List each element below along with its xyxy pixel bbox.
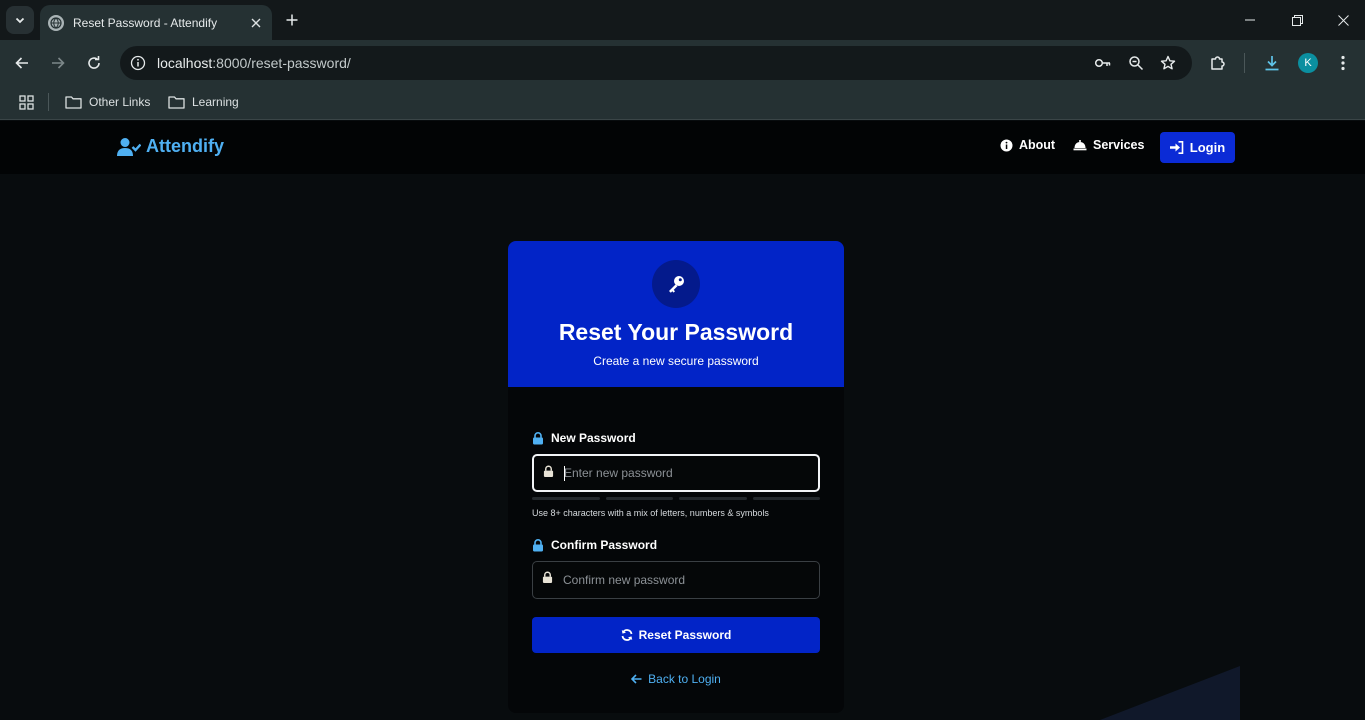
folder-icon — [168, 96, 185, 109]
user-check-icon — [117, 137, 141, 156]
strength-segment — [532, 497, 600, 500]
key-icon — [669, 276, 684, 293]
bookmark-other-links[interactable]: Other Links — [65, 91, 150, 113]
confirm-password-label: Confirm Password — [532, 538, 657, 552]
url-path: :8000/reset-password/ — [212, 55, 351, 71]
reload-icon — [88, 56, 100, 69]
apps-grid-icon — [18, 94, 34, 110]
password-strength-meter — [532, 497, 820, 500]
arrow-left-icon — [631, 674, 642, 684]
text-caret — [564, 466, 565, 481]
field-label-text: Confirm Password — [551, 538, 658, 552]
more-vertical-icon — [1341, 55, 1345, 71]
nav-link-label: About — [1019, 138, 1056, 152]
downloads-button[interactable] — [1261, 52, 1283, 74]
back-button[interactable] — [11, 52, 33, 74]
bookmarks-divider — [48, 93, 49, 111]
url-host: localhost — [157, 55, 213, 71]
new-tab-button[interactable] — [282, 10, 302, 30]
plus-icon — [286, 14, 298, 26]
folder-icon — [65, 96, 82, 109]
apps-button[interactable] — [16, 92, 36, 112]
url-text: localhost:8000/reset-password/ — [157, 55, 351, 71]
globe-icon — [48, 14, 64, 31]
browser-toolbar: localhost:8000/reset-password/ K — [0, 40, 1365, 86]
back-to-login-link[interactable]: Back to Login — [508, 672, 844, 686]
sign-in-icon — [1169, 141, 1184, 154]
strength-segment — [752, 497, 820, 500]
zoom-icon[interactable] — [1127, 54, 1145, 72]
tab-title: Reset Password - Attendify — [73, 15, 218, 30]
restore-icon — [1291, 14, 1303, 26]
lock-icon — [543, 465, 554, 477]
brand-name: Attendify — [146, 136, 224, 156]
puzzle-icon — [1211, 56, 1225, 70]
tab-search-button[interactable] — [6, 6, 34, 34]
card-title: Reset Your Password — [558, 319, 794, 345]
new-password-label: New Password — [532, 431, 636, 445]
field-label-text: New Password — [551, 431, 636, 445]
info-circle-icon — [1000, 139, 1013, 151]
close-tab-button[interactable] — [246, 13, 266, 33]
back-link-label: Back to Login — [648, 672, 721, 686]
close-icon — [1337, 14, 1349, 26]
card-header: Reset Your Password Create a new secure … — [508, 241, 844, 387]
confirm-password-field[interactable] — [532, 561, 820, 599]
password-hint: Use 8+ characters with a mix of letters,… — [532, 508, 769, 518]
background-decoration — [1100, 666, 1240, 720]
lock-icon — [533, 538, 543, 551]
new-password-field[interactable] — [532, 454, 820, 492]
restore-window-button[interactable] — [1287, 10, 1307, 30]
download-icon — [1265, 56, 1279, 71]
nav-about-link[interactable]: About — [1000, 138, 1055, 152]
close-window-button[interactable] — [1333, 10, 1353, 30]
confirm-password-input[interactable] — [563, 562, 813, 598]
arrow-left-icon — [15, 57, 28, 69]
extensions-button[interactable] — [1207, 52, 1229, 74]
arrow-right-icon — [52, 57, 65, 69]
nav-services-link[interactable]: Services — [1073, 138, 1144, 152]
site-navbar: Attendify About Services Login — [0, 121, 1365, 174]
page-viewport: Attendify About Services Login Reset You… — [0, 121, 1365, 720]
profile-avatar[interactable]: K — [1298, 53, 1318, 73]
key-badge — [652, 260, 700, 308]
site-info-icon[interactable] — [129, 54, 147, 72]
new-password-input[interactable] — [564, 456, 814, 490]
browser-menu-button[interactable] — [1332, 52, 1354, 74]
minimize-window-button[interactable] — [1240, 10, 1260, 30]
close-icon — [251, 18, 261, 27]
bookmark-label: Other Links — [89, 95, 151, 109]
reset-password-card: Reset Your Password Create a new secure … — [508, 241, 844, 713]
strength-segment — [605, 497, 673, 500]
bookmark-label: Learning — [192, 95, 239, 109]
reset-button-label: Reset Password — [638, 628, 732, 642]
login-button[interactable]: Login — [1160, 132, 1235, 163]
address-bar[interactable]: localhost:8000/reset-password/ — [120, 46, 1192, 80]
bookmark-learning[interactable]: Learning — [168, 91, 239, 113]
reset-password-button[interactable]: Reset Password — [532, 617, 820, 653]
browser-tab-strip: Reset Password - Attendify — [0, 0, 1365, 40]
sync-icon — [621, 629, 633, 641]
password-key-icon[interactable] — [1094, 54, 1112, 72]
login-label: Login — [1189, 140, 1226, 155]
nav-link-label: Services — [1093, 138, 1145, 152]
brand-link[interactable]: Attendify — [117, 136, 224, 157]
forward-button[interactable] — [47, 52, 69, 74]
lock-icon — [542, 571, 553, 583]
chevron-down-icon — [15, 17, 25, 24]
reload-button[interactable] — [83, 52, 105, 74]
bookmarks-bar: Other Links Learning — [0, 86, 1365, 120]
card-subtitle: Create a new secure password — [593, 354, 759, 368]
minimize-icon — [1245, 19, 1255, 21]
concierge-bell-icon — [1073, 140, 1087, 151]
lock-icon — [533, 431, 543, 444]
strength-segment — [679, 497, 747, 500]
star-icon[interactable] — [1159, 54, 1177, 72]
toolbar-divider — [1244, 53, 1245, 73]
browser-tab-active[interactable]: Reset Password - Attendify — [40, 5, 272, 40]
